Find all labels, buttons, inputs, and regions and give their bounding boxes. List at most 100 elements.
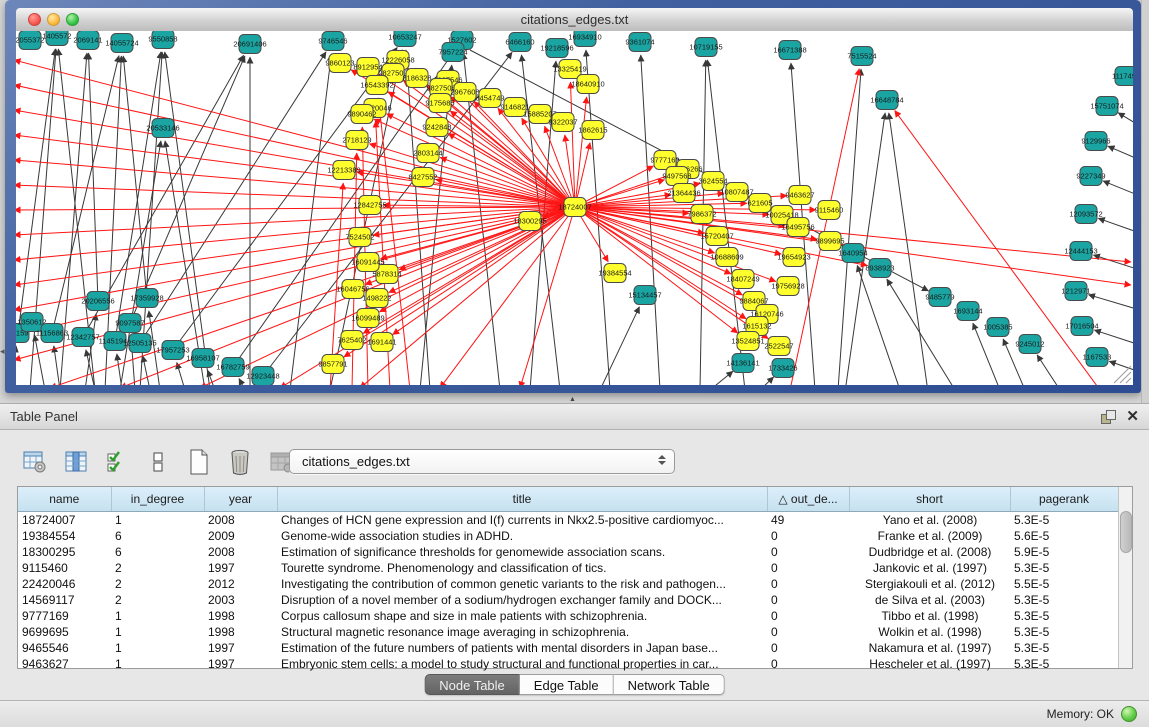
table-cell[interactable]: 1998 [204,624,277,640]
graph-edge[interactable] [1088,295,1133,310]
table-cell[interactable]: 1997 [204,560,277,576]
table-cell[interactable]: 5.5E-5 [1010,576,1118,592]
resize-grip-icon[interactable] [1114,366,1131,383]
table-cell[interactable]: 9777169 [18,608,111,624]
graph-edge[interactable] [838,69,861,385]
table-cell[interactable]: 1 [111,656,204,672]
table-cell[interactable]: 22420046 [18,576,111,592]
graph-edge[interactable] [1037,355,1060,385]
graph-edge[interactable] [16,207,575,235]
graph-edge[interactable] [177,362,185,385]
graph-edge[interactable] [393,207,575,335]
graph-edge[interactable] [520,207,575,385]
table-cell[interactable]: Jankovic et al. (1997) [849,560,1010,576]
network-window-titlebar[interactable]: citations_edges.txt [16,8,1133,32]
graph-edge[interactable] [600,307,639,385]
table-cell[interactable]: 0 [767,640,849,656]
table-row[interactable]: 2242004622012Investigating the contribut… [18,576,1118,592]
tab-node-table[interactable]: Node Table [424,674,520,695]
citation-graph[interactable]: 1872400720553721405572206914114055724955… [16,31,1133,385]
table-cell[interactable]: 5.3E-5 [1010,624,1118,640]
row-options-icon[interactable] [145,448,171,476]
table-cell[interactable]: 2009 [204,528,277,544]
tab-network-table[interactable]: Network Table [614,674,725,695]
table-cell[interactable]: 1 [111,608,204,624]
graph-edge[interactable] [889,113,928,385]
graph-edge[interactable] [1094,330,1133,345]
table-row[interactable]: 1938455462009Genome-wide association stu… [18,528,1118,544]
table-row[interactable]: 1830029562008Estimation of significance … [18,544,1118,560]
table-cell[interactable]: Yano et al. (2008) [849,512,1010,529]
table-cell[interactable]: 9463627 [18,656,111,672]
table-scrollbar[interactable] [1118,487,1132,668]
graph-edge[interactable] [1118,113,1133,126]
table-cell[interactable]: Investigating the contribution of common… [277,576,767,592]
table-cell[interactable]: 19384554 [18,528,111,544]
table-selector-dropdown[interactable]: citations_edges.txt [289,449,675,474]
table-cell[interactable]: 5.9E-5 [1010,544,1118,560]
table-cell[interactable]: de Silva et al. (2003) [849,592,1010,608]
collapse-panel-arrow-icon[interactable]: ◂ [0,346,5,357]
column-header-year[interactable]: year [204,487,277,512]
table-cell[interactable]: 0 [767,592,849,608]
apply-check-icon[interactable] [104,448,130,476]
column-header-title[interactable]: title [277,487,767,512]
table-cell[interactable]: 5.3E-5 [1010,656,1118,672]
graph-edge[interactable] [1109,361,1133,372]
table-cell[interactable]: Estimation of significance thresholds fo… [277,544,767,560]
graph-edge[interactable] [857,265,900,385]
tab-edge-table[interactable]: Edge Table [520,674,614,695]
graph-edge[interactable] [16,207,575,335]
graph-edge[interactable] [140,52,326,343]
table-cell[interactable]: 2008 [204,544,277,560]
table-cell[interactable]: Dudbridge et al. (2008) [849,544,1010,560]
table-cell[interactable]: 0 [767,624,849,640]
table-cell[interactable]: Disruption of a novel member of a sodium… [277,592,767,608]
table-cell[interactable]: 1997 [204,656,277,672]
graph-edge[interactable] [16,160,575,207]
table-cell[interactable]: Estimation of the future numbers of pati… [277,640,767,656]
delete-icon[interactable] [227,448,253,476]
table-cell[interactable]: 14569117 [18,592,111,608]
table-cell[interactable]: 9115460 [18,560,111,576]
table-row[interactable]: 911546021997Tourette syndrome. Phenomeno… [18,560,1118,576]
graph-edge[interactable] [360,207,575,385]
table-cell[interactable]: 1998 [204,608,277,624]
table-cell[interactable]: 49 [767,512,849,529]
table-row[interactable]: 969969511998Structural magnetic resonanc… [18,624,1118,640]
column-header-name[interactable]: name [18,487,111,512]
close-panel-icon[interactable]: ✕ [1126,409,1139,424]
table-cell[interactable]: Genome-wide association studies in ADHD. [277,528,767,544]
graph-nodes[interactable]: 1872400720553721405572206914114055724955… [16,31,1133,385]
graph-edge[interactable] [16,207,575,210]
table-row[interactable]: 977716911998Corpus callosum shape and si… [18,608,1118,624]
scrollbar-thumb[interactable] [1120,511,1132,553]
table-cell[interactable]: 1 [111,640,204,656]
graph-edge[interactable] [1093,255,1133,270]
select-columns-icon[interactable] [63,448,89,476]
table-cell[interactable]: 1 [111,512,204,529]
network-canvas[interactable]: 1872400720553721405572206914114055724955… [16,31,1133,385]
table-cell[interactable]: 0 [767,608,849,624]
column-header-pagerank[interactable]: pagerank [1010,487,1118,512]
table-settings-icon[interactable] [22,448,48,476]
table-cell[interactable]: Structural magnetic resonance image aver… [277,624,767,640]
graph-edge[interactable] [239,379,245,385]
graph-edge[interactable] [1103,181,1133,196]
table-cell[interactable]: 2 [111,576,204,592]
table-cell[interactable]: 6 [111,528,204,544]
table-cell[interactable]: Stergiakouli et al. (2012) [849,576,1010,592]
graph-edge[interactable] [760,377,774,385]
table-cell[interactable]: Corpus callosum shape and size in male p… [277,608,767,624]
graph-edge[interactable] [575,97,587,207]
graph-edge[interactable] [641,55,660,385]
table-cell[interactable]: 0 [767,528,849,544]
table-cell[interactable]: Embryonic stem cells: a model to study s… [277,656,767,672]
table-cell[interactable]: 2003 [204,592,277,608]
table-cell[interactable]: Franke et al. (2009) [849,528,1010,544]
graph-edge[interactable] [1108,146,1133,160]
table-cell[interactable]: Tibbo et al. (1998) [849,608,1010,624]
table-cell[interactable]: 0 [767,544,849,560]
table-cell[interactable]: 5.6E-5 [1010,528,1118,544]
table-cell[interactable]: 0 [767,560,849,576]
